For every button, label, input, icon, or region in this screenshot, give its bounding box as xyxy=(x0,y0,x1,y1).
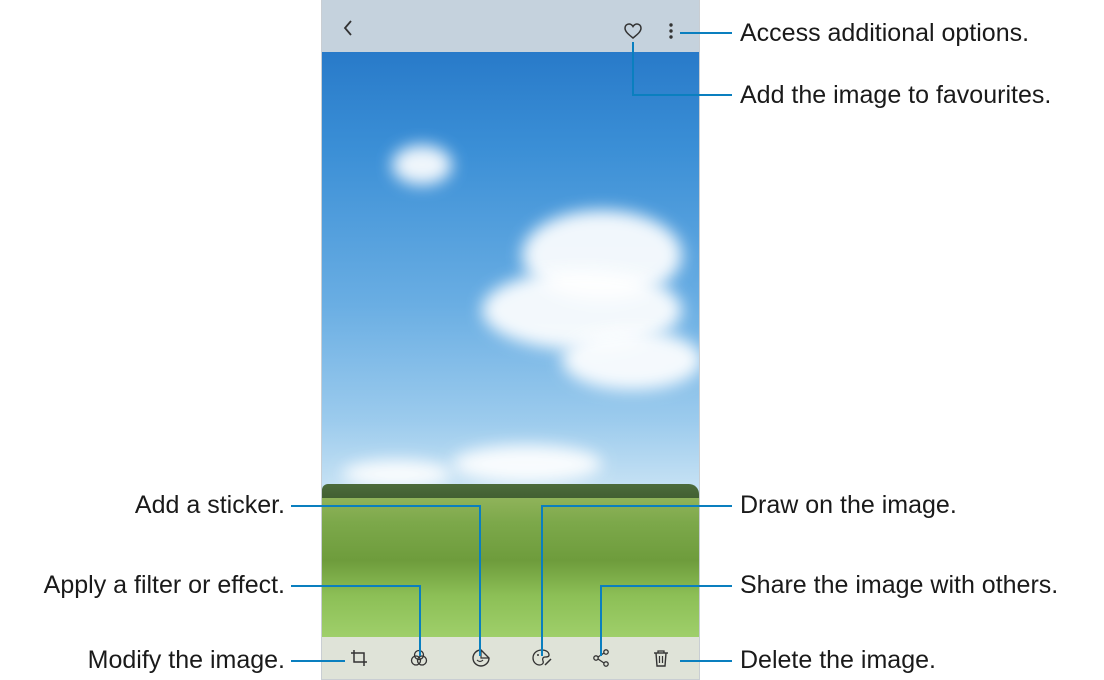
label-more-options: Access additional options. xyxy=(740,19,1030,47)
callout-line-draw xyxy=(541,506,543,656)
callout-line-draw xyxy=(541,505,732,507)
rice-field xyxy=(322,498,699,637)
label-draw: Draw on the image. xyxy=(740,491,957,519)
callout-line-favourite xyxy=(632,42,634,95)
label-modify: Modify the image. xyxy=(87,646,285,674)
crop-rotate-icon[interactable] xyxy=(348,647,370,669)
label-filter: Apply a filter or effect. xyxy=(43,571,285,599)
callout-line-sticker xyxy=(291,505,481,507)
label-sticker: Add a sticker. xyxy=(134,491,285,519)
callout-line-filter xyxy=(291,585,421,587)
sky-cloud xyxy=(392,145,452,185)
callout-line-filter xyxy=(419,585,421,656)
heart-icon[interactable] xyxy=(622,20,644,42)
callout-line-sticker xyxy=(479,505,481,656)
bottom-toolbar xyxy=(322,637,699,679)
callout-line-delete xyxy=(680,660,732,662)
label-share: Share the image with others. xyxy=(740,571,1059,599)
callout-line-favourite xyxy=(632,94,732,96)
top-toolbar xyxy=(322,0,699,52)
sticker-icon[interactable] xyxy=(470,647,492,669)
sky-cloud xyxy=(452,445,602,483)
trash-icon[interactable] xyxy=(650,647,672,669)
sky-cloud xyxy=(562,330,699,390)
more-options-icon[interactable] xyxy=(664,20,678,42)
back-arrow-icon[interactable] xyxy=(338,18,358,38)
callout-line-share xyxy=(600,585,732,587)
label-delete: Delete the image. xyxy=(740,646,936,674)
label-favourite: Add the image to favourites. xyxy=(740,81,1052,109)
image-viewer-screen xyxy=(321,0,700,680)
callout-line-more xyxy=(680,32,732,34)
callout-line-share xyxy=(600,586,602,656)
callout-line-modify xyxy=(291,660,345,662)
